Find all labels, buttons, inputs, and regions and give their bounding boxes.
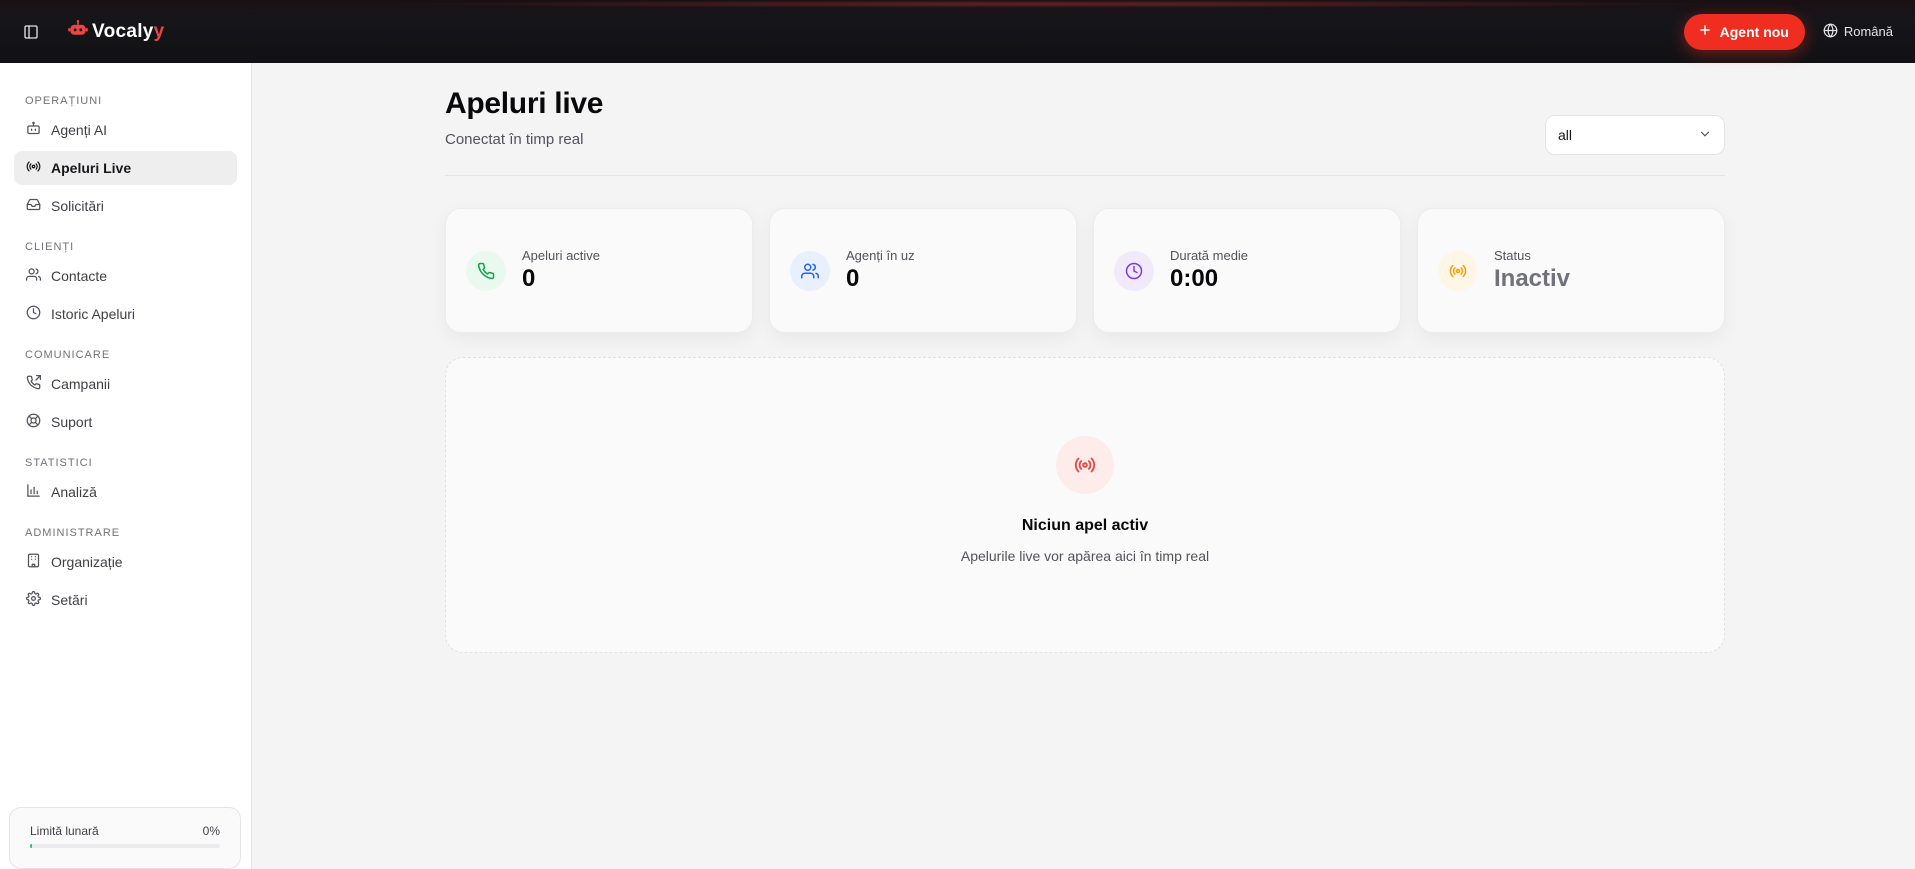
sidebar-item-agenti-ai[interactable]: Agenți AI — [14, 113, 237, 147]
sidebar-item-suport[interactable]: Suport — [14, 405, 237, 439]
sidebar-item-apeluri-live[interactable]: Apeluri Live — [14, 151, 237, 185]
bot-icon — [26, 121, 41, 139]
stat-card-active-calls: Apeluri active 0 — [445, 208, 753, 333]
sidebar-item-analiza[interactable]: Analiză — [14, 475, 237, 509]
radio-icon — [1056, 436, 1114, 494]
page-title: Apeluri live — [445, 87, 604, 120]
app-logo[interactable]: Vocalyy — [68, 20, 165, 43]
stat-card-status: Status Inactiv — [1417, 208, 1725, 333]
section-title-administrare: ADMINISTRARE — [25, 527, 121, 539]
monthly-limit-fill — [30, 844, 32, 848]
users-icon — [790, 250, 830, 291]
page-subtitle: Conectat în timp real — [445, 131, 584, 148]
top-bar: Vocalyy Agent nou Română — [0, 0, 1915, 63]
lifebuoy-icon — [26, 413, 41, 431]
phone-outgoing-icon — [26, 375, 41, 393]
sidebar-item-label: Campanii — [51, 376, 111, 392]
sidebar-item-organizatie[interactable]: Organizație — [14, 545, 237, 579]
stat-card-average-duration: Durată medie 0:00 — [1093, 208, 1401, 333]
language-label: Română — [1843, 24, 1893, 39]
stat-label: Status — [1494, 248, 1531, 263]
app-name: Vocalyy — [92, 20, 165, 42]
sidebar-item-label: Agenți AI — [51, 122, 108, 138]
stat-value: 0 — [522, 265, 536, 292]
main-content: Apeluri live Conectat în timp real all A… — [445, 63, 1725, 653]
monthly-limit-box: Limită lunară 0% — [9, 807, 241, 869]
clock-icon — [1114, 250, 1154, 291]
sidebar-item-setari[interactable]: Setări — [14, 583, 237, 617]
section-title-clienti: CLIENȚI — [25, 241, 75, 253]
robot-logo-icon — [68, 20, 88, 43]
sidebar-item-solicitari[interactable]: Solicitări — [14, 189, 237, 223]
section-title-operatiuni: OPERAȚIUNI — [25, 95, 103, 107]
section-title-comunicare: COMUNICARE — [25, 349, 111, 361]
sidebar-item-label: Organizație — [51, 554, 123, 570]
radio-icon — [1438, 250, 1478, 291]
plus-icon — [1698, 23, 1712, 40]
sidebar-item-istoric-apeluri[interactable]: Istoric Apeluri — [14, 297, 237, 331]
monthly-limit-label: Limită lunară — [30, 824, 99, 838]
stat-value: Inactiv — [1494, 265, 1571, 292]
stat-label: Durată medie — [1170, 248, 1249, 263]
sidebar-item-label: Suport — [51, 414, 93, 430]
filter-select-value: all — [1558, 127, 1573, 143]
globe-icon — [1823, 22, 1838, 41]
empty-state-panel: Niciun apel activ Apelurile live vor apă… — [445, 357, 1725, 653]
empty-state-title: Niciun apel activ — [1021, 517, 1149, 534]
sidebar-item-label: Setări — [51, 592, 88, 608]
empty-state-text: Apelurile live vor apărea aici în timp r… — [960, 548, 1210, 564]
users-icon — [26, 267, 41, 285]
sidebar-item-label: Analiză — [51, 484, 97, 500]
sidebar: OPERAȚIUNI Agenți AI Apeluri Live Solici… — [0, 63, 252, 869]
stat-label: Apeluri active — [522, 248, 601, 263]
bar-chart-icon — [26, 483, 41, 501]
sidebar-item-label: Contacte — [51, 268, 108, 284]
header-divider — [445, 175, 1725, 176]
phone-icon — [466, 250, 506, 291]
stat-label: Agenți în uz — [846, 248, 915, 263]
radio-icon — [26, 159, 41, 177]
filter-select[interactable]: all — [1545, 115, 1725, 155]
monthly-limit-progress — [30, 844, 220, 848]
language-selector[interactable]: Română — [1823, 22, 1893, 41]
section-title-statistici: STATISTICI — [25, 457, 93, 469]
stat-value: 0 — [846, 265, 860, 292]
sidebar-item-label: Istoric Apeluri — [51, 306, 136, 322]
sidebar-item-label: Apeluri Live — [51, 160, 132, 176]
chevron-down-icon — [1698, 127, 1712, 144]
sidebar-item-campanii[interactable]: Campanii — [14, 367, 237, 401]
stat-card-agents-in-use: Agenți în uz 0 — [769, 208, 1077, 333]
sidebar-toggle-icon[interactable] — [22, 23, 40, 41]
clock-icon — [26, 305, 41, 323]
new-agent-button[interactable]: Agent nou — [1683, 13, 1805, 50]
monthly-limit-value: 0% — [202, 824, 220, 838]
building-icon — [26, 553, 41, 571]
sidebar-item-contacte[interactable]: Contacte — [14, 259, 237, 293]
new-agent-label: Agent nou — [1719, 23, 1789, 40]
sidebar-item-label: Solicitări — [51, 198, 104, 214]
stat-value: 0:00 — [1170, 265, 1219, 292]
inbox-icon — [26, 197, 41, 215]
gear-icon — [26, 591, 41, 609]
stats-row: Apeluri active 0 Agenți în uz 0 Durată m… — [445, 208, 1725, 333]
